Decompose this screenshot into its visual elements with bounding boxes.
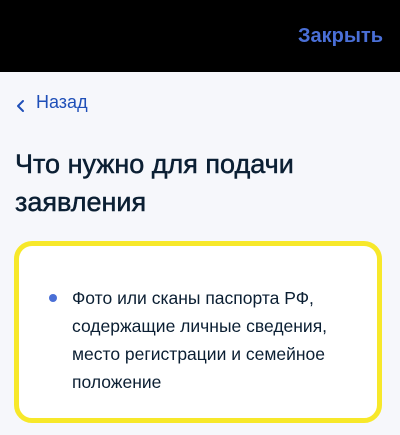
page-title: Что нужно для подачи заявления — [15, 149, 294, 218]
top-bar: Закрыть — [0, 0, 400, 72]
back-link-label: Назад — [36, 92, 88, 112]
back-link[interactable]: Назад — [14, 90, 88, 114]
chevron-left-icon — [14, 95, 28, 112]
list-item: Фото или сканы паспорта РФ, содержащие л… — [49, 284, 359, 396]
documents-card: Фото или сканы паспорта РФ, содержащие л… — [14, 241, 382, 423]
bullet-dot-icon — [49, 294, 57, 302]
close-button[interactable]: Закрыть — [298, 24, 383, 48]
main-content: Назад Что нужно для подачи заявления Фот… — [0, 72, 400, 435]
document-description: Фото или сканы паспорта РФ, содержащие л… — [72, 288, 328, 392]
